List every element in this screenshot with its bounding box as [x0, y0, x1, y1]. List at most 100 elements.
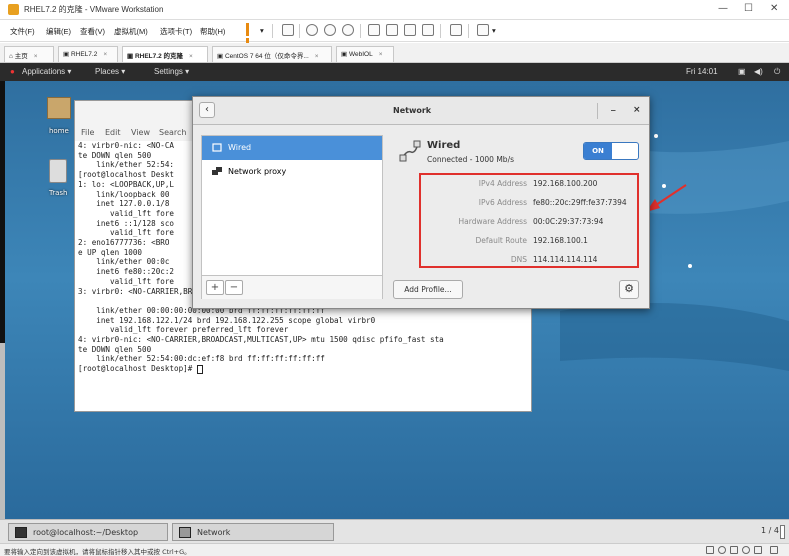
terminal-line: te DOWN qlen 500 [78, 344, 152, 354]
dialog-title: Network [393, 106, 432, 115]
task-label: root@localhost:~/Desktop [33, 528, 139, 537]
close-tab-icon[interactable]: × [103, 51, 107, 58]
applications-menu[interactable]: Applications ▾ [22, 67, 71, 76]
task-terminal[interactable]: root@localhost:~/Desktop [8, 523, 168, 541]
task-network[interactable]: Network [172, 523, 334, 541]
toolbar-separator [440, 24, 441, 38]
ipv6-value: fe80::20c:29ff:fe37:7394 [533, 198, 627, 207]
snapshot-icon[interactable] [306, 24, 318, 36]
volume-icon[interactable]: ◀) [754, 67, 763, 76]
power-icon[interactable]: ⏻ [774, 67, 780, 77]
send-ctrl-alt-del-icon[interactable] [282, 24, 294, 36]
network-adapter-icon[interactable] [730, 546, 738, 554]
terminal-line: inet 192.168.122.1/24 brd 192.168.122.25… [78, 315, 376, 325]
menu-view[interactable]: 查看(V) [80, 26, 105, 37]
thumbnail-icon[interactable] [386, 24, 398, 36]
terminal-menu-search[interactable]: Search [159, 128, 186, 137]
back-button[interactable]: ‹ [199, 102, 215, 118]
display-status-icon[interactable] [754, 546, 762, 554]
trash-icon-label[interactable]: Trash [49, 189, 68, 197]
display-icon[interactable]: ▣ [738, 67, 746, 76]
vmware-tabs: ⌂ 主页 × ▣ RHEL7.2 × ▣ RHEL7.2 的克隆 × ▣ CentOS… [0, 43, 789, 63]
workspace-switcher-icon[interactable] [780, 525, 785, 539]
terminal-menu-file[interactable]: File [81, 128, 94, 137]
connection-status: Connected - 1000 Mb/s [427, 155, 514, 164]
gear-icon[interactable]: ⚙ [619, 280, 639, 299]
add-profile-button[interactable]: Add Profile... [393, 280, 463, 299]
add-device-button[interactable]: + [206, 280, 224, 295]
toolbar-separator [468, 24, 469, 38]
gnome-taskbar: root@localhost:~/Desktop Network 1 / 4 [0, 519, 789, 543]
tab-label: CentOS 7 64 位（仅命令界... [224, 53, 309, 60]
hardware-address-value: 00:0C:29:37:73:94 [533, 217, 604, 226]
settings-icon [179, 527, 191, 538]
terminal-menu-edit[interactable]: Edit [105, 128, 121, 137]
terminal-icon [15, 527, 27, 538]
menu-vm[interactable]: 虚拟机(M) [114, 26, 148, 37]
dns-value: 114.114.114.114 [533, 255, 598, 264]
host-left-strip [0, 343, 5, 519]
clock[interactable]: Fri 14:01 [686, 67, 718, 76]
cdrom-icon[interactable] [718, 546, 726, 554]
menu-file[interactable]: 文件(F) [10, 26, 35, 37]
show-library-icon[interactable] [368, 24, 380, 36]
full-screen-icon[interactable] [404, 24, 416, 36]
close-button[interactable]: × [633, 105, 641, 115]
workspace-indicator[interactable]: 1 / 4 [761, 526, 779, 535]
console-view-icon[interactable] [450, 24, 462, 36]
tab-rhel72-clone[interactable]: ▣ RHEL7.2 的克隆 × [122, 46, 208, 62]
tab-home[interactable]: ⌂ 主页 × [4, 46, 54, 62]
tab-webiol[interactable]: ▣ WebIOL × [336, 46, 394, 62]
sidebar-item-network-proxy[interactable]: Network proxy [202, 160, 382, 184]
wired-icon [212, 143, 222, 152]
tab-label: RHEL7.2 [70, 51, 98, 58]
harddisk-icon[interactable] [706, 546, 714, 554]
menu-edit[interactable]: 编辑(E) [46, 26, 71, 37]
minimize-button[interactable]: _ [611, 102, 616, 112]
home-icon-label[interactable]: home [49, 127, 69, 135]
settings-menu[interactable]: Settings ▾ [154, 67, 189, 76]
sidebar-item-label: Network proxy [228, 167, 287, 176]
places-menu[interactable]: Places ▾ [95, 67, 125, 76]
pause-dropdown-icon[interactable]: ▾ [260, 26, 264, 35]
status-message: 要将输入定向到该虚拟机，请将鼠标指针移入其中或按 Ctrl+G。 [4, 548, 191, 556]
hardware-address-label: Hardware Address [458, 217, 527, 226]
toolbar-separator [360, 24, 361, 38]
header-separator [597, 103, 598, 119]
maximize-window-icon[interactable]: ☐ [744, 3, 753, 14]
connection-details-highlight: IPv4 Address 192.168.100.200 IPv6 Addres… [419, 173, 639, 268]
device-list: Wired Network proxy + − [201, 135, 383, 299]
redhat-logo-icon: ● [10, 67, 15, 76]
stretch-view-icon[interactable] [477, 24, 489, 36]
connection-toggle[interactable]: ON [583, 142, 639, 160]
minimize-window-icon[interactable]: — [718, 3, 728, 14]
tab-label: 主页 [14, 53, 28, 60]
default-route-label: Default Route [475, 236, 527, 245]
tab-rhel72[interactable]: ▣ RHEL7.2 × [58, 46, 118, 62]
vmware-menubar: 文件(F) 编辑(E) 查看(V) 虚拟机(M) 选项卡(T) 帮助(H) ▾ … [0, 20, 789, 51]
remove-device-button[interactable]: − [225, 280, 243, 295]
host-left-strip [0, 81, 5, 343]
sound-icon[interactable] [742, 546, 750, 554]
vmware-logo-icon [8, 4, 19, 15]
home-folder-icon[interactable] [47, 97, 71, 119]
terminal-cursor [196, 364, 203, 374]
close-tab-icon[interactable]: × [315, 53, 319, 60]
terminal-menu-view[interactable]: View [131, 128, 150, 137]
close-tab-icon[interactable]: × [379, 51, 383, 58]
revert-snapshot-icon[interactable] [324, 24, 336, 36]
close-window-icon[interactable]: ✕ [770, 3, 778, 14]
menu-help[interactable]: 帮助(H) [200, 26, 225, 37]
close-tab-icon[interactable]: × [189, 53, 193, 60]
snapshot-manager-icon[interactable] [342, 24, 354, 36]
menu-tabs[interactable]: 选项卡(T) [160, 26, 192, 37]
pause-icon[interactable] [246, 23, 255, 51]
sidebar-item-wired[interactable]: Wired [202, 136, 382, 160]
tab-centos7[interactable]: ▣ CentOS 7 64 位（仅命令界... × [212, 46, 332, 62]
unity-icon[interactable] [422, 24, 434, 36]
stretch-dropdown-icon[interactable]: ▾ [492, 26, 496, 35]
connection-name: Wired [427, 140, 461, 151]
close-tab-icon[interactable]: × [34, 53, 38, 60]
message-log-icon[interactable] [770, 546, 778, 554]
trash-icon[interactable] [49, 159, 67, 183]
